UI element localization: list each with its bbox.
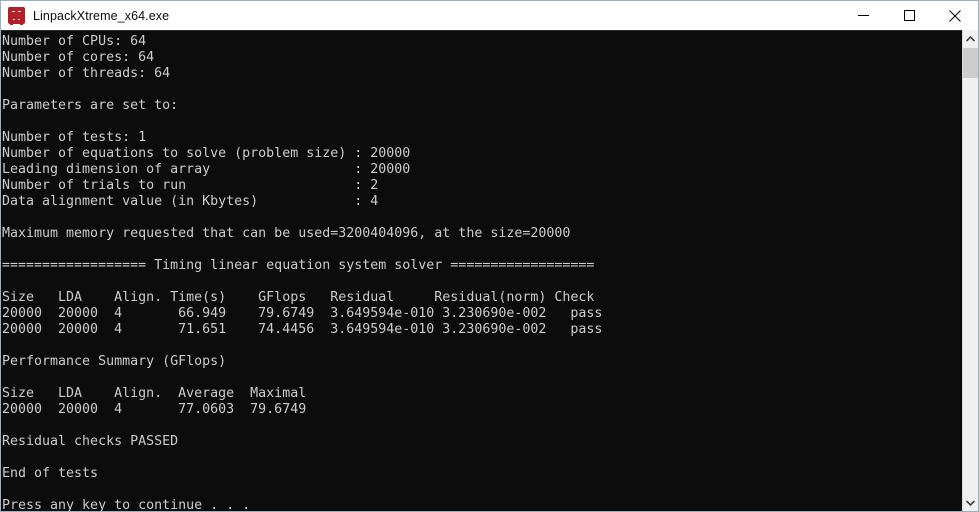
scroll-up-button[interactable]	[963, 30, 978, 47]
close-button[interactable]	[932, 1, 978, 30]
scroll-down-button[interactable]	[963, 494, 978, 511]
maximize-button[interactable]	[886, 1, 932, 30]
minimize-button[interactable]	[840, 1, 886, 30]
titlebar[interactable]: LinpackXtreme_x64.exe	[1, 1, 978, 30]
vertical-scrollbar[interactable]	[962, 30, 978, 511]
console-window: LinpackXtreme_x64.exe Number of CPUs: 64…	[0, 0, 979, 512]
app-icon	[8, 7, 25, 24]
window-title: LinpackXtreme_x64.exe	[33, 8, 170, 23]
console-text: Number of CPUs: 64 Number of cores: 64 N…	[2, 34, 603, 511]
window-controls	[840, 1, 978, 30]
scrollbar-thumb[interactable]	[963, 48, 978, 78]
console-output-area[interactable]: Number of CPUs: 64 Number of cores: 64 N…	[1, 30, 978, 511]
